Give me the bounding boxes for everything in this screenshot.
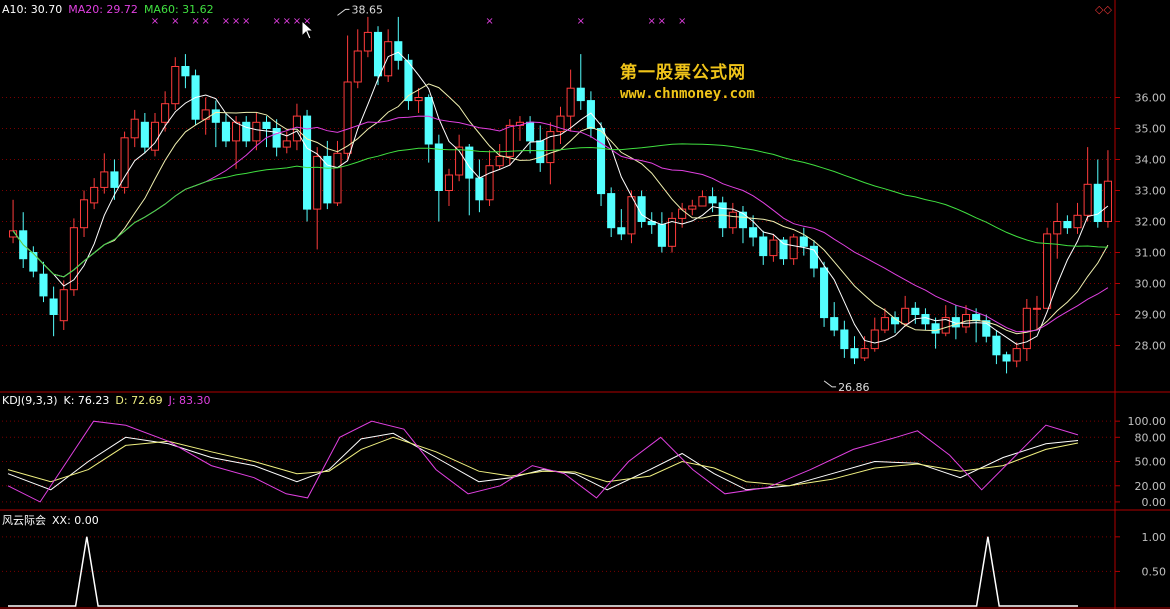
legend-item: D: 72.69 <box>115 394 163 407</box>
signal-marker: × <box>293 16 301 27</box>
candlestick[interactable] <box>597 122 606 206</box>
xx-tick-label: 0.50 <box>1142 565 1167 578</box>
candlestick[interactable] <box>1043 227 1052 309</box>
legend-item: MA60: 31.62 <box>143 3 214 16</box>
signal-marker: × <box>272 16 280 27</box>
price-tick-label: 29.00 <box>1135 309 1167 322</box>
signal-marker: × <box>648 16 656 27</box>
legend-item: 风云际会 <box>2 514 46 527</box>
legend-item: A10: 30.70 <box>2 3 63 16</box>
price-tick-label: 36.00 <box>1135 92 1167 105</box>
signal-marker: × <box>678 16 686 27</box>
price-tick-label: 31.00 <box>1135 247 1167 260</box>
price-tick-label: 35.00 <box>1135 123 1167 136</box>
watermark-title: 第一股票公式网 <box>620 63 746 83</box>
legend-item: KDJ(9,3,3) <box>2 394 58 407</box>
kdj-legend: KDJ(9,3,3) K: 76.23 D: 72.69 J: 83.30 <box>2 394 217 410</box>
stock-chart-canvas[interactable]: 38.6526.86× × × × × × × × × × × × × × × × 28.0029.0030.… <box>0 0 1170 609</box>
price-extreme-label: 26.86 <box>838 381 870 394</box>
price-tick-label: 32.00 <box>1135 216 1167 229</box>
watermark-url: www.chnmoney.com <box>620 86 755 102</box>
mouse-cursor-icon <box>301 20 315 40</box>
price-tick-label: 28.00 <box>1135 340 1167 353</box>
kdj-tick-label: 50.00 <box>1135 456 1167 469</box>
candlestick[interactable] <box>303 109 312 222</box>
legend-item: MA20: 29.72 <box>68 3 138 16</box>
legend-item: K: 76.23 <box>63 394 110 407</box>
xx-legend: 风云际会 XX: 0.00 <box>2 512 105 528</box>
signal-marker: × <box>232 16 240 27</box>
signal-marker: × <box>485 16 493 27</box>
price-legend: A10: 30.70 MA20: 29.72 MA60: 31.62 <box>2 3 220 19</box>
candlestick[interactable] <box>820 261 829 327</box>
price-extreme-label: 38.65 <box>351 3 383 16</box>
xx-tick-label: 1.00 <box>1142 531 1167 544</box>
price-tick-label: 33.00 <box>1135 185 1167 198</box>
kdj-tick-label: 100.00 <box>1128 415 1167 428</box>
candlestick[interactable] <box>667 212 677 253</box>
price-tick-label: 34.00 <box>1135 154 1167 167</box>
candlestick[interactable] <box>120 131 129 194</box>
kdj-tick-label: 20.00 <box>1135 480 1167 493</box>
signal-marker: × <box>577 16 585 27</box>
kdj-tick-label: 80.00 <box>1135 431 1167 444</box>
signal-marker: × <box>283 16 291 27</box>
signal-marker: × <box>242 16 250 27</box>
price-tick-label: 30.00 <box>1135 278 1167 291</box>
kdj-tick-label: 0.00 <box>1142 496 1167 509</box>
candlestick[interactable] <box>69 218 78 296</box>
legend-item: XX: 0.00 <box>52 514 99 527</box>
diamond-icon[interactable]: ◇◇ <box>1095 3 1112 16</box>
signal-marker: × <box>222 16 230 27</box>
candlestick[interactable] <box>373 26 383 86</box>
signal-marker: × <box>658 16 666 27</box>
legend-item: J: 83.30 <box>168 394 211 407</box>
